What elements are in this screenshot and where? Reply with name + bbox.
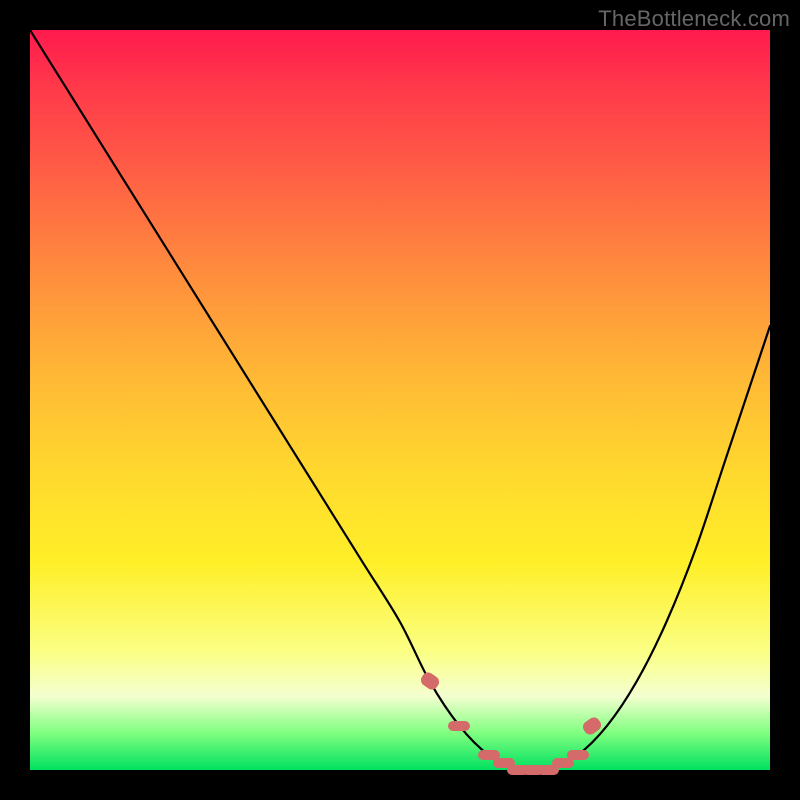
optimal-marker [567, 750, 589, 760]
watermark-text: TheBottleneck.com [598, 6, 790, 32]
chart-frame: TheBottleneck.com [0, 0, 800, 800]
bottleneck-curve [30, 30, 770, 770]
optimal-marker [448, 721, 470, 731]
plot-area [30, 30, 770, 770]
